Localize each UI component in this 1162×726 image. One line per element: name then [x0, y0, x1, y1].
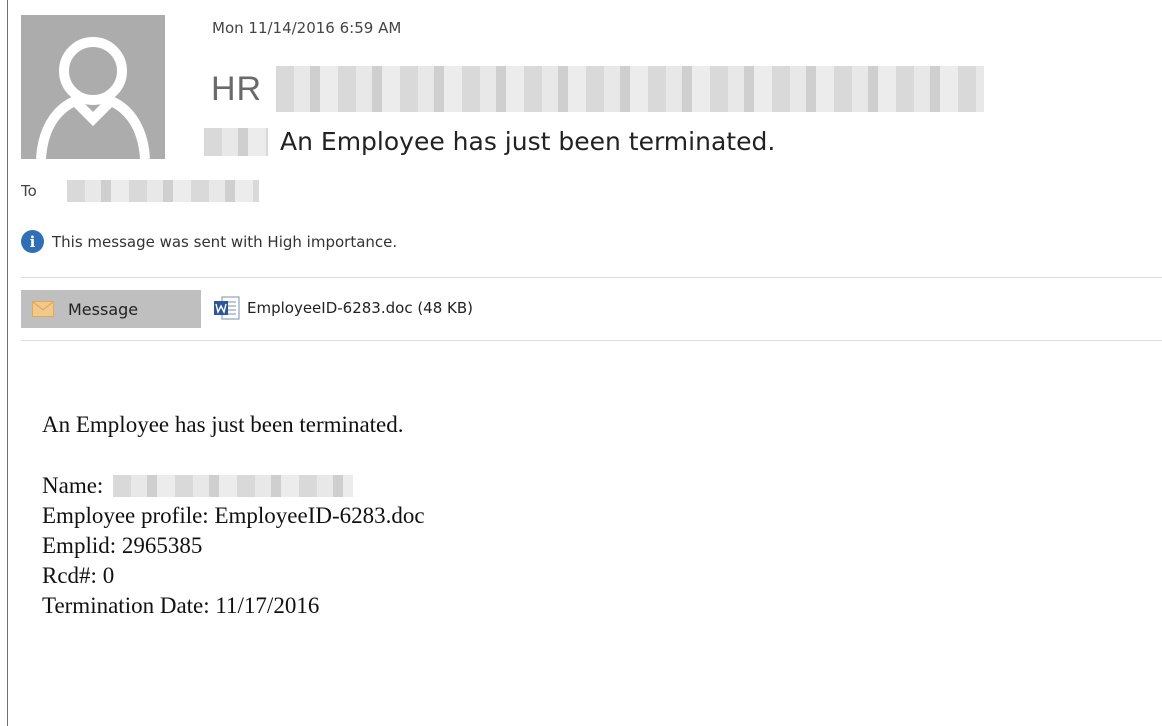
rcd-line: Rcd#: 0	[42, 563, 115, 588]
sender-address-redacted	[276, 66, 985, 112]
attachment-item[interactable]: EmployeeID-6283.doc (48 KB)	[213, 294, 473, 322]
subject-row: An Employee has just been terminated.	[204, 127, 775, 156]
body-intro: An Employee has just been terminated.	[42, 412, 404, 437]
sent-date: Mon 11/14/2016 6:59 AM	[212, 19, 402, 37]
importance-banner: i This message was sent with High import…	[21, 230, 397, 253]
window-left-border	[7, 0, 8, 726]
emplid-line: Emplid: 2965385	[42, 533, 203, 558]
recipient-redacted	[67, 180, 259, 202]
profile-line: Employee profile: EmployeeID-6283.doc	[42, 503, 425, 528]
info-icon: i	[21, 230, 44, 253]
attachments-divider	[21, 340, 1162, 341]
sender-row: HR	[211, 64, 985, 114]
importance-notice: This message was sent with High importan…	[52, 232, 398, 251]
sender-name[interactable]: HR	[211, 70, 262, 109]
recipients-row: To	[21, 180, 259, 202]
word-document-icon	[213, 294, 241, 322]
message-tab-label: Message	[68, 299, 139, 319]
subject-prefix-redacted	[204, 127, 268, 156]
name-line: Name:	[42, 471, 425, 501]
attachment-name: EmployeeID-6283.doc (48 KB)	[247, 299, 474, 317]
name-label: Name:	[42, 473, 104, 498]
header-divider	[21, 277, 1162, 278]
termination-date-line: Termination Date: 11/17/2016	[42, 593, 320, 618]
name-value-redacted	[113, 475, 354, 497]
sender-avatar	[21, 15, 165, 159]
message-body: An Employee has just been terminated. Na…	[42, 410, 425, 621]
person-silhouette-icon	[36, 37, 150, 159]
envelope-icon	[32, 301, 54, 317]
email-subject: An Employee has just been terminated.	[280, 127, 776, 156]
to-label: To	[21, 182, 37, 200]
message-tab[interactable]: Message	[21, 290, 201, 328]
